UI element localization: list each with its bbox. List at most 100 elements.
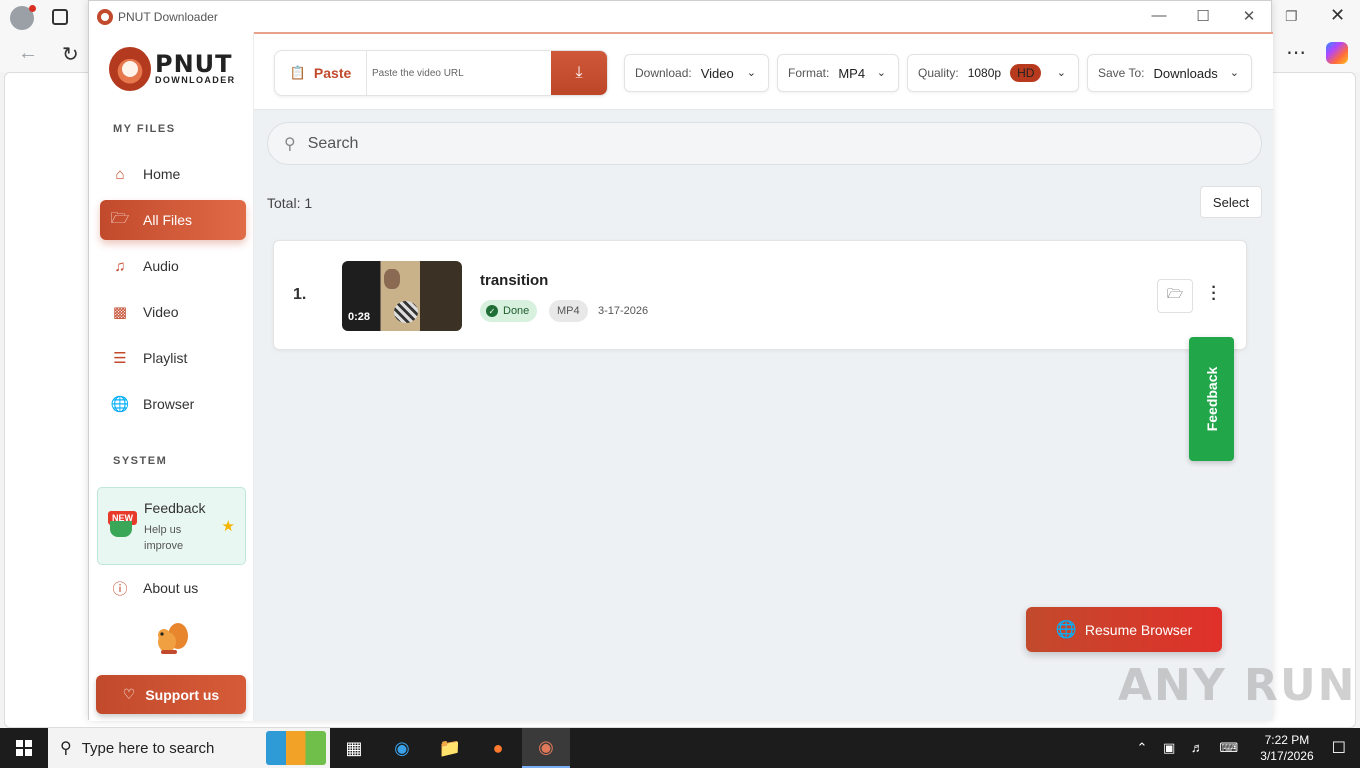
video-thumbnail[interactable]: 0:28 <box>342 261 462 331</box>
search-highlight-icon <box>266 731 326 765</box>
sidebar-item-label: Video <box>143 304 179 320</box>
sidebar-item-all-files[interactable]: 🗁 All Files <box>100 200 246 240</box>
star-icon: ★ <box>221 518 235 535</box>
section-label-my-files: MY FILES <box>113 123 176 135</box>
list-icon: ☰ <box>113 350 127 367</box>
feedback-title: Feedback <box>144 500 206 516</box>
more-vertical-icon[interactable]: · · · <box>1208 280 1220 308</box>
dropdown-value: 1080p <box>967 66 1002 80</box>
file-explorer-icon[interactable]: 📁 <box>426 728 474 768</box>
dropdown-value: Downloads <box>1153 65 1218 81</box>
copilot-icon[interactable] <box>1326 42 1348 64</box>
windows-icon <box>16 740 32 756</box>
more-options-icon[interactable]: ⋯ <box>1286 40 1307 65</box>
dropdown-value: MP4 <box>838 65 866 81</box>
sidebar-item-home[interactable]: ⌂ Home <box>100 154 246 194</box>
close-browser-icon[interactable]: ✕ <box>1330 5 1345 26</box>
feedback-subtitle: Help us improve <box>144 524 184 552</box>
logo-title: PNUT <box>155 50 233 78</box>
support-us-button[interactable]: ♡ Support us <box>96 675 246 714</box>
feedback-card[interactable]: NEW Feedback Help us improve ★ <box>97 487 246 565</box>
firefox-icon[interactable]: ● <box>474 728 522 768</box>
status-badge: ✓ Done <box>480 300 538 322</box>
sidebar-item-browser[interactable]: 🌐 Browser <box>100 384 246 424</box>
search-bar: ⚲ <box>267 122 1262 165</box>
file-index: 1. <box>293 286 307 303</box>
chevron-down-icon: ⌄ <box>746 67 756 79</box>
video-icon: ▩ <box>112 304 128 321</box>
search-icon: ⚲ <box>284 135 296 153</box>
sidebar-item-label: Audio <box>143 258 179 274</box>
check-circle-icon: ✓ <box>486 305 498 317</box>
sidebar-item-about[interactable]: ⓘ About us <box>100 568 246 608</box>
section-label-system: SYSTEM <box>113 455 168 467</box>
taskbar-search[interactable]: ⚲ Type here to search <box>48 728 330 768</box>
clock-time: 7:22 PM <box>1264 733 1310 747</box>
paste-label: Paste <box>313 65 352 81</box>
open-folder-button[interactable]: 🗁 <box>1157 279 1193 313</box>
close-icon[interactable]: ✕ <box>1237 7 1261 25</box>
system-tray: ⌃ ▣ ♬ ⌨ 7:22 PM 3/17/2026 ☐ <box>1136 728 1360 768</box>
sidebar-item-video[interactable]: ▩ Video <box>100 292 246 332</box>
chat-icon <box>110 521 132 537</box>
save-to-dropdown[interactable]: Save To: Downloads ⌄ <box>1087 54 1252 92</box>
search-icon: ⚲ <box>60 740 72 757</box>
sidebar-item-audio[interactable]: ♫ Audio <box>100 246 246 286</box>
format-dropdown[interactable]: Format: MP4 ⌄ <box>777 54 899 92</box>
feedback-side-tab[interactable]: Feedback <box>1189 337 1234 461</box>
file-row[interactable]: 1. 0:28 transition ✓ Done MP4 3-17-2026 … <box>273 240 1247 350</box>
dropdown-label: Format: <box>788 66 830 80</box>
dropdown-label: Save To: <box>1098 66 1145 80</box>
resume-browser-button[interactable]: 🌐 Resume Browser <box>1026 607 1222 652</box>
tray-icons[interactable]: ⌃ ▣ ♬ ⌨ <box>1136 740 1244 756</box>
url-input[interactable] <box>367 51 551 95</box>
search-input[interactable] <box>307 134 1208 153</box>
quality-dropdown[interactable]: Quality: 1080p HD ⌄ <box>907 54 1079 92</box>
feedback-tab-label: Feedback <box>1203 366 1220 432</box>
sidebar-item-label: About us <box>143 580 199 596</box>
taskbar: ⚲ Type here to search ▦ ◉ 📁 ● ◉ ⌃ ▣ ♬ ⌨ … <box>0 728 1360 768</box>
thumbnail-person <box>384 269 400 289</box>
thumbnail-object <box>394 301 418 323</box>
sidebar-item-playlist[interactable]: ☰ Playlist <box>100 338 246 378</box>
reload-icon[interactable]: ↻ <box>62 42 79 67</box>
minimize-icon[interactable]: — <box>1147 7 1171 24</box>
task-view-icon[interactable]: ▦ <box>330 728 378 768</box>
dropdown-value: Video <box>700 65 734 81</box>
status-text: Done <box>503 305 530 317</box>
app-logo-icon <box>97 8 113 25</box>
file-date: 3-17-2026 <box>598 305 649 317</box>
download-type-dropdown[interactable]: Download: Video ⌄ <box>624 54 769 92</box>
sidebar-item-label: Browser <box>143 396 195 412</box>
notification-icon[interactable]: ☐ <box>1332 738 1346 758</box>
paste-button[interactable]: 📋 Paste <box>275 51 367 95</box>
info-icon: ⓘ <box>112 580 128 598</box>
download-button[interactable]: ⤓ <box>551 51 607 95</box>
window-title: PNUT Downloader <box>118 9 218 24</box>
brand-logo: PNUT DOWNLOADER <box>109 44 239 94</box>
back-arrow-icon[interactable]: ← <box>18 42 38 65</box>
start-button[interactable] <box>0 728 48 768</box>
squirrel-mascot-icon <box>158 623 188 654</box>
profile-avatar[interactable] <box>10 5 36 30</box>
clock-date: 3/17/2026 <box>1260 749 1314 763</box>
select-button[interactable]: Select <box>1200 186 1262 218</box>
chevron-down-icon: ⌄ <box>1056 67 1066 79</box>
clock[interactable]: 7:22 PM 3/17/2026 <box>1260 732 1313 764</box>
logo-subtitle: DOWNLOADER <box>155 75 236 85</box>
main-content: 📋 Paste ⤓ Download: Video ⌄ Format: MP4 … <box>254 32 1273 721</box>
title-bar: PNUT Downloader — ☐ ✕ <box>89 1 1271 32</box>
maximize-icon[interactable]: ☐ <box>1191 7 1215 25</box>
restore-window-icon[interactable]: ❐ <box>1285 8 1298 25</box>
toolbar: 📋 Paste ⤓ Download: Video ⌄ Format: MP4 … <box>254 32 1273 110</box>
squirrel-logo-icon <box>109 47 151 91</box>
url-bar: 📋 Paste ⤓ <box>274 50 608 96</box>
tab-actions-icon[interactable] <box>52 9 68 25</box>
edge-icon[interactable]: ◉ <box>378 728 426 768</box>
total-count: Total: 1 <box>267 195 313 211</box>
pnut-downloader-taskbar-icon[interactable]: ◉ <box>522 728 570 768</box>
sidebar-item-label: All Files <box>143 212 193 228</box>
resume-browser-label: Resume Browser <box>1084 621 1193 638</box>
download-arrow-icon: ⤓ <box>575 64 583 81</box>
support-us-label: Support us <box>145 686 220 703</box>
